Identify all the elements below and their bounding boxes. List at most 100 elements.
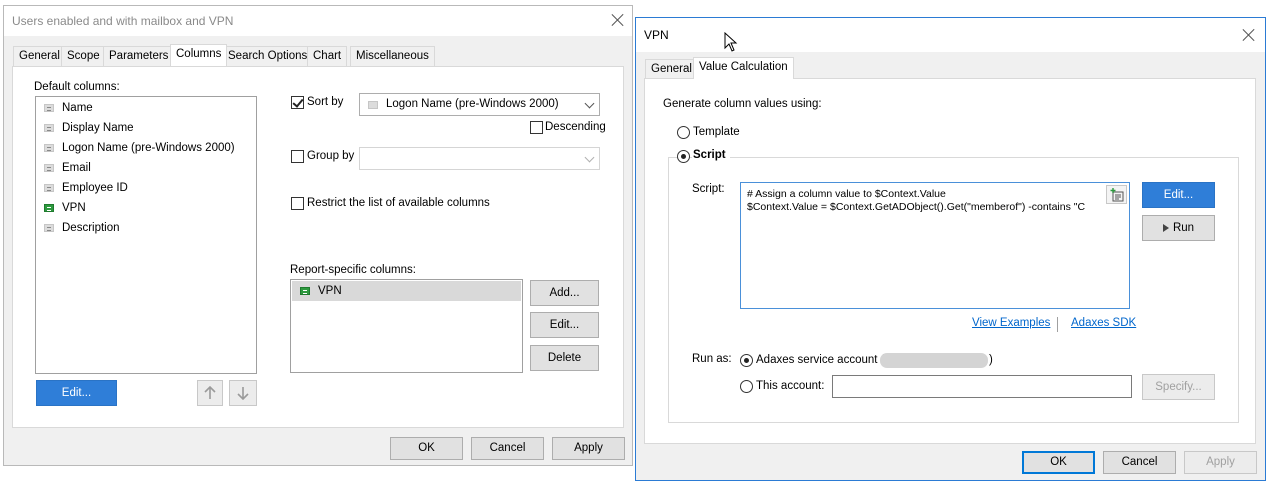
button-label: Add... — [549, 287, 580, 299]
tab-value-calculation[interactable]: Value Calculation — [693, 57, 794, 79]
apply-button[interactable]: Apply — [1184, 451, 1257, 474]
ok-button[interactable]: OK — [1022, 451, 1095, 474]
tab-parameters[interactable]: Parameters — [103, 46, 175, 66]
window-title: Users enabled and with mailbox and VPN — [12, 14, 234, 28]
tab-label: Columns — [176, 48, 222, 60]
column-icon — [44, 144, 54, 152]
edit-column-button[interactable]: Edit... — [36, 380, 117, 406]
service-account-radio[interactable] — [740, 354, 753, 367]
sort-by-select[interactable]: Logon Name (pre-Windows 2000) — [359, 93, 600, 116]
list-item[interactable]: Description — [36, 218, 256, 238]
button-label: Edit... — [1163, 189, 1194, 201]
specify-button[interactable]: Specify... — [1142, 374, 1215, 400]
tab-label: Parameters — [109, 50, 169, 62]
list-item[interactable]: Name — [36, 98, 256, 118]
list-item-label: Employee ID — [62, 182, 128, 194]
button-label: Apply — [1206, 456, 1235, 468]
script-line: # Assign a column value to $Context.Valu… — [747, 188, 946, 200]
button-label: Run — [1172, 222, 1195, 234]
arrow-up-icon — [204, 385, 216, 399]
ok-button[interactable]: OK — [390, 437, 463, 460]
chevron-down-icon — [584, 152, 595, 163]
chevron-down-icon — [584, 98, 595, 109]
mouse-cursor-icon — [724, 32, 738, 52]
move-down-button[interactable] — [229, 380, 257, 406]
script-radio[interactable] — [677, 150, 690, 163]
button-label: Edit... — [549, 319, 580, 331]
list-item-label: Logon Name (pre-Windows 2000) — [62, 142, 235, 154]
tab-search-options[interactable]: Search Options — [222, 46, 314, 66]
column-icon — [44, 224, 54, 232]
run-as-label: Run as: — [692, 353, 732, 365]
close-icon[interactable] — [610, 12, 626, 28]
tab-miscellaneous[interactable]: Miscellaneous — [350, 46, 435, 66]
insert-value-button[interactable] — [1106, 185, 1127, 204]
script-field-label: Script: — [692, 183, 725, 195]
tab-label: Chart — [313, 50, 342, 62]
sort-by-checkbox[interactable] — [291, 96, 304, 109]
close-icon[interactable] — [1241, 27, 1257, 43]
this-account-radio[interactable] — [740, 380, 753, 393]
service-account-label: Adaxes service account ( — [756, 354, 885, 366]
title-bar: VPN — [636, 18, 1265, 52]
list-item-label: Name — [62, 102, 93, 114]
move-up-button[interactable] — [197, 380, 223, 406]
list-item[interactable]: Employee ID — [36, 178, 256, 198]
add-column-button[interactable]: Add... — [530, 280, 599, 306]
default-columns-list[interactable]: Name Display Name Logon Name (pre-Window… — [35, 96, 257, 374]
tab-scope[interactable]: Scope — [61, 46, 106, 66]
template-label: Template — [693, 126, 740, 138]
restrict-columns-label: Restrict the list of available columns — [307, 197, 490, 209]
template-radio[interactable] — [677, 126, 690, 139]
tab-columns[interactable]: Columns — [170, 44, 228, 66]
script-line: $Context.Value = $Context.GetADObject().… — [747, 201, 1086, 213]
list-item[interactable]: VPN — [36, 198, 256, 218]
adaxes-sdk-link[interactable]: Adaxes SDK — [1071, 317, 1136, 329]
tab-chart[interactable]: Chart — [307, 46, 348, 66]
list-item[interactable]: Display Name — [36, 118, 256, 138]
cancel-button[interactable]: Cancel — [471, 437, 544, 460]
column-icon — [368, 101, 378, 109]
custom-column-icon — [44, 204, 54, 212]
button-label: OK — [418, 442, 435, 454]
column-icon — [44, 124, 54, 132]
window-title: VPN — [644, 28, 669, 42]
cancel-button[interactable]: Cancel — [1103, 451, 1176, 474]
link-divider — [1057, 317, 1058, 332]
edit-script-button[interactable]: Edit... — [1142, 182, 1215, 208]
tab-general[interactable]: General — [645, 59, 698, 79]
group-by-checkbox[interactable] — [291, 150, 304, 163]
columns-panel: Default columns: Name Display Name Logon… — [12, 66, 624, 428]
column-icon — [44, 104, 54, 112]
list-item[interactable]: Logon Name (pre-Windows 2000) — [36, 138, 256, 158]
list-item-label: VPN — [62, 202, 86, 214]
sort-by-value: Logon Name (pre-Windows 2000) — [386, 98, 559, 110]
tab-label: General — [651, 63, 692, 75]
view-examples-link[interactable]: View Examples — [972, 317, 1050, 329]
list-item-label: Display Name — [62, 122, 134, 134]
edit-report-column-button[interactable]: Edit... — [530, 312, 599, 338]
column-icon — [44, 184, 54, 192]
arrow-down-icon — [237, 387, 249, 401]
apply-button[interactable]: Apply — [552, 437, 625, 460]
list-item[interactable]: VPN — [292, 281, 521, 301]
button-label: Delete — [547, 352, 582, 364]
tab-general[interactable]: General — [13, 46, 66, 66]
list-item[interactable]: Email — [36, 158, 256, 178]
group-by-label: Group by — [307, 150, 355, 162]
script-editor[interactable]: # Assign a column value to $Context.Valu… — [740, 182, 1130, 309]
button-label: Edit... — [61, 387, 92, 399]
delete-column-button[interactable]: Delete — [530, 345, 599, 371]
script-label: Script — [692, 149, 730, 161]
report-specific-label: Report-specific columns: — [290, 264, 416, 276]
group-by-select[interactable] — [359, 147, 600, 170]
this-account-input[interactable] — [832, 375, 1132, 398]
tab-label: Search Options — [228, 50, 308, 62]
run-script-button[interactable]: Run — [1142, 215, 1215, 241]
restrict-columns-checkbox[interactable] — [291, 197, 304, 210]
run-icon — [1162, 223, 1169, 232]
report-specific-columns-list[interactable]: VPN — [290, 279, 523, 373]
descending-label: Descending — [545, 121, 606, 133]
descending-checkbox[interactable] — [530, 121, 543, 134]
insert-value-icon — [1110, 188, 1124, 202]
